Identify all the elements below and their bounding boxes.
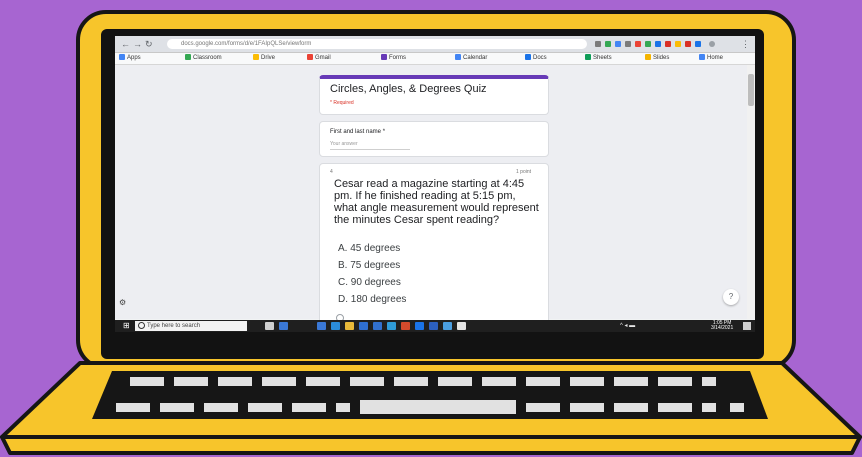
answer-option-d[interactable]: D. 180 degrees [338, 294, 406, 305]
search-icon [138, 322, 145, 329]
notification-icon[interactable] [743, 322, 751, 330]
bookmark-label: Drive [261, 55, 276, 61]
bookmark-item[interactable]: Drive [253, 54, 275, 63]
app-icon[interactable] [443, 322, 452, 330]
bookmark-label: Docs [533, 55, 547, 61]
bookmarks-bar: Apps Classroom Drive Gmail Forms Calenda… [115, 53, 755, 65]
form-page: Circles, Angles, & Degrees Quiz * Requir… [115, 65, 755, 332]
extension-icon[interactable] [665, 41, 671, 47]
forward-arrow-icon[interactable]: → [133, 39, 142, 49]
date: 3/14/2021 [711, 325, 734, 331]
answer-option-a[interactable]: A. 45 degrees [338, 243, 400, 254]
question-number: 4 [330, 169, 333, 175]
browser-toolbar: ← → ↻ docs.google.com/forms/d/e/1FAIpQLS… [115, 36, 755, 53]
taskbar-search-box[interactable]: Type here to search [135, 321, 247, 331]
laptop-front-edge [0, 435, 862, 455]
bookmark-label: Home [707, 55, 724, 61]
reload-icon[interactable]: ↻ [145, 39, 153, 49]
bookmark-label: Gmail [315, 55, 331, 61]
extension-icon[interactable] [675, 41, 681, 47]
bookmark-label: Calendar [463, 55, 488, 61]
bookmark-item[interactable]: Classroom [185, 54, 222, 63]
bookmark-item[interactable]: Forms [381, 54, 406, 63]
taskbar: ⊞ Type here to search ^ ◂ ▬ 1:05 PM 3/14… [115, 320, 755, 332]
extension-icon[interactable] [625, 41, 631, 47]
extension-icon[interactable] [695, 41, 701, 47]
laptop-screen: ← → ↻ docs.google.com/forms/d/e/1FAIpQLS… [115, 36, 755, 332]
app-icon[interactable] [317, 322, 326, 330]
extension-icon[interactable] [615, 41, 621, 47]
address-bar[interactable]: docs.google.com/forms/d/e/1FAIpQLSe/view… [167, 39, 587, 49]
option-text: 90 degrees [350, 277, 401, 288]
clock[interactable]: 1:05 PM 3/14/2021 [711, 321, 733, 331]
extension-icon[interactable] [685, 41, 691, 47]
required-note: * Required [330, 100, 354, 106]
bookmark-item[interactable]: Sheets [585, 54, 612, 63]
gear-icon[interactable]: ⚙ [119, 298, 126, 307]
file-explorer-icon[interactable] [345, 322, 354, 330]
name-question-label: First and last name * [330, 129, 386, 135]
app-icon[interactable] [387, 322, 396, 330]
bookmark-item[interactable]: Docs [525, 54, 547, 63]
bookmark-item[interactable]: Calendar [455, 54, 487, 63]
bookmark-label: Classroom [193, 55, 222, 61]
extension-icon[interactable] [645, 41, 651, 47]
bookmark-item[interactable]: Slides [645, 54, 669, 63]
bookmark-label: Sheets [593, 55, 612, 61]
menu-dots-icon[interactable]: ⋮ [741, 39, 750, 49]
name-answer-field[interactable]: Your answer [330, 141, 410, 150]
extension-icon[interactable] [635, 41, 641, 47]
extension-icon[interactable] [655, 41, 661, 47]
question-card: 4 1 point Cesar read a magazine starting… [319, 163, 549, 332]
option-text: 45 degrees [350, 243, 401, 254]
option-letter: D. [338, 294, 348, 305]
question-text: Cesar read a magazine starting at 4:45 p… [334, 178, 539, 226]
bookmark-item[interactable]: Apps [119, 54, 141, 63]
app-icon[interactable] [331, 322, 340, 330]
extension-icon[interactable] [595, 41, 601, 47]
back-arrow-icon[interactable]: ← [121, 39, 130, 49]
form-title: Circles, Angles, & Degrees Quiz [330, 83, 487, 95]
option-text: 180 degrees [350, 294, 407, 305]
answer-option-b[interactable]: B. 75 degrees [338, 260, 400, 271]
bookmark-label: Slides [653, 55, 670, 61]
option-letter: C. [338, 277, 348, 288]
answer-option-c[interactable]: C. 90 degrees [338, 277, 401, 288]
app-icon[interactable] [279, 322, 288, 330]
help-icon[interactable]: ? [723, 289, 739, 305]
scrollbar-thumb[interactable] [748, 74, 754, 106]
bookmark-item[interactable]: Home [699, 54, 723, 63]
laptop-base [0, 361, 862, 455]
extension-icon[interactable] [605, 41, 611, 47]
option-letter: B. [338, 260, 348, 271]
app-icon[interactable] [429, 322, 438, 330]
option-letter: A. [338, 243, 348, 254]
name-question-card: First and last name * Your answer [319, 121, 549, 157]
form-header-card: Circles, Angles, & Degrees Quiz * Requir… [319, 75, 549, 115]
system-tray[interactable]: ^ ◂ ▬ [620, 322, 635, 330]
question-points: 1 point [516, 169, 532, 175]
option-text: 75 degrees [350, 260, 401, 271]
bookmark-label: Forms [389, 55, 406, 61]
app-icon[interactable] [457, 322, 466, 330]
bookmark-label: Apps [127, 55, 141, 61]
bookmark-item[interactable]: Gmail [307, 54, 331, 63]
profile-avatar[interactable] [709, 41, 715, 47]
task-view-icon[interactable] [265, 322, 274, 330]
app-icon[interactable] [359, 322, 368, 330]
chrome-icon[interactable] [415, 322, 424, 330]
app-icon[interactable] [373, 322, 382, 330]
windows-start-icon[interactable]: ⊞ [123, 322, 131, 330]
app-icon[interactable] [401, 322, 410, 330]
